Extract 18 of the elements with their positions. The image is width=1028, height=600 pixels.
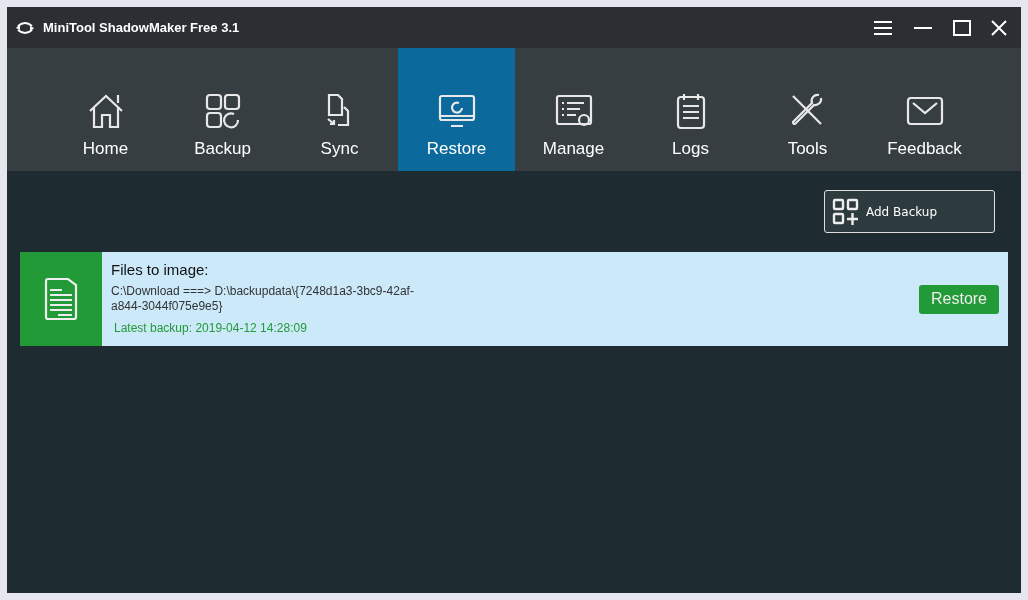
backup-path: C:\Download ===> D:\backupdata\{7248d1a3-3bc9-42af-a844-3044f075e9e5} [111,284,415,314]
nav-tab[interactable]: Logs [632,48,749,171]
nav-tab[interactable]: Feedback [866,48,983,171]
nav-tab[interactable]: Manage [515,48,632,171]
nav-tab[interactable]: Backup [164,48,281,171]
add-backup-button[interactable]: Add Backup [824,190,995,233]
nav-tab[interactable]: Tools [749,48,866,171]
nav-tab[interactable]: Sync [281,48,398,171]
close-icon[interactable] [991,19,1007,36]
window-title: MiniTool ShadowMaker Free 3.1 [43,20,240,35]
backup-title: Files to image: [111,261,210,278]
latest-backup-time: Latest backup: 2019-04-12 14:28:09 [113,321,308,335]
nav-tab[interactable]: Restore [398,48,515,171]
nav-tab[interactable]: Home [47,48,164,171]
maximize-icon[interactable] [953,19,971,36]
grid-plus-icon [832,197,860,226]
menu-icon[interactable] [873,20,893,35]
document-icon [44,277,78,321]
